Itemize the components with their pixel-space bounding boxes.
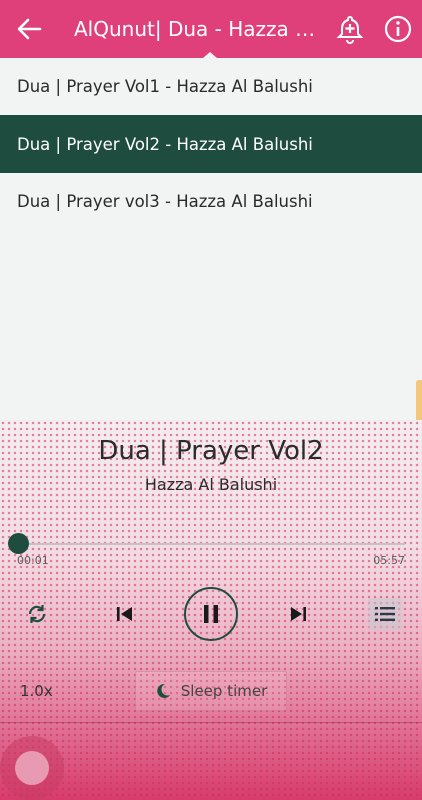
track-label: Dua | Prayer Vol1 - Hazza Al Balushi	[17, 77, 313, 96]
track-list: Dua | Prayer Vol1 - Hazza Al Balushi Dua…	[0, 58, 422, 230]
now-playing-artist: Hazza Al Balushi	[144, 475, 278, 494]
previous-button[interactable]	[110, 599, 140, 629]
playlist-icon	[375, 607, 395, 621]
elapsed-time: 00:01	[17, 554, 49, 567]
pause-icon	[204, 605, 218, 623]
add-alarm-icon	[336, 15, 364, 44]
moon-icon	[157, 683, 170, 698]
back-button[interactable]	[0, 0, 58, 58]
floating-bubble-button[interactable]	[0, 736, 64, 800]
playback-speed-button[interactable]: 1.0x	[20, 682, 53, 700]
player-panel: Dua | Prayer Vol2 Hazza Al Balushi 00:01…	[0, 420, 422, 800]
repeat-button[interactable]	[22, 599, 52, 629]
track-item-vol3[interactable]: Dua | Prayer vol3 - Hazza Al Balushi	[0, 173, 422, 230]
skip-previous-icon	[117, 607, 132, 621]
sleep-timer-label: Sleep timer	[180, 682, 268, 700]
bubble-inner	[15, 751, 49, 785]
repeat-icon	[28, 605, 46, 623]
track-item-vol1[interactable]: Dua | Prayer Vol1 - Hazza Al Balushi	[0, 58, 422, 115]
skip-next-icon	[291, 607, 306, 621]
divider	[0, 722, 422, 723]
next-button[interactable]	[283, 599, 313, 629]
info-button[interactable]	[374, 0, 422, 58]
track-label: Dua | Prayer Vol2 - Hazza Al Balushi	[17, 134, 313, 154]
track-label: Dua | Prayer vol3 - Hazza Al Balushi	[17, 192, 313, 211]
arrow-left-icon	[17, 18, 42, 40]
now-playing-title: Dua | Prayer Vol2	[98, 436, 324, 466]
add-alarm-button[interactable]	[326, 0, 374, 58]
total-duration: 05:57	[373, 554, 405, 567]
seek-bar[interactable]	[8, 533, 405, 554]
seek-thumb[interactable]	[8, 533, 30, 554]
playlist-button[interactable]	[368, 598, 402, 630]
sleep-timer-button[interactable]: Sleep timer	[135, 671, 287, 711]
page-title: AlQunut| Dua - Hazza Al Balushi	[74, 17, 326, 41]
track-item-vol2[interactable]: Dua | Prayer Vol2 - Hazza Al Balushi	[0, 115, 422, 173]
app-bar: AlQunut| Dua - Hazza Al Balushi	[0, 0, 422, 58]
pause-button[interactable]	[184, 587, 238, 641]
info-icon	[384, 15, 412, 43]
